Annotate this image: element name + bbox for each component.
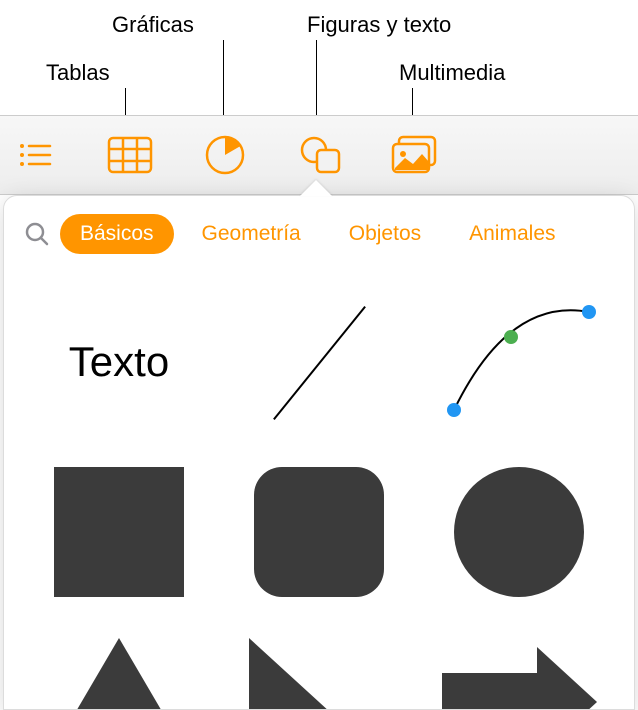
tab-objetos[interactable]: Objetos xyxy=(329,214,441,254)
triangle-icon xyxy=(44,638,194,710)
shapes-icon xyxy=(298,135,342,175)
list-icon xyxy=(18,141,52,169)
tables-button[interactable] xyxy=(105,130,155,180)
right-triangle-icon xyxy=(249,638,389,710)
search-button[interactable] xyxy=(22,221,52,247)
shape-right-triangle[interactable] xyxy=(224,622,414,710)
media-button[interactable] xyxy=(390,130,440,180)
callout-graficas: Gráficas xyxy=(112,12,194,38)
shape-curve[interactable] xyxy=(424,282,614,442)
shapes-popover: Básicos Geometría Objetos Animales Texto xyxy=(3,195,635,710)
square-icon xyxy=(54,467,184,597)
tab-basicos[interactable]: Básicos xyxy=(60,214,174,254)
charts-button[interactable] xyxy=(200,130,250,180)
shape-rounded-square[interactable] xyxy=(224,452,414,612)
shapes-button[interactable] xyxy=(295,130,345,180)
table-icon xyxy=(107,136,153,174)
line-icon xyxy=(264,307,374,417)
circle-icon xyxy=(454,467,584,597)
callout-tablas: Tablas xyxy=(46,60,110,86)
callout-figuras: Figuras y texto xyxy=(307,12,451,38)
search-icon xyxy=(24,221,50,247)
curve-icon xyxy=(439,302,599,422)
tab-animales[interactable]: Animales xyxy=(449,214,575,254)
arrow-icon xyxy=(442,647,597,710)
shape-arrow[interactable] xyxy=(424,622,614,710)
text-shape-label: Texto xyxy=(69,338,169,386)
media-icon xyxy=(390,134,440,176)
shape-circle[interactable] xyxy=(424,452,614,612)
shape-line[interactable] xyxy=(224,282,414,442)
pie-chart-icon xyxy=(204,134,246,176)
callout-multimedia: Multimedia xyxy=(399,60,505,86)
tabs-row: Básicos Geometría Objetos Animales xyxy=(4,196,634,272)
shape-triangle[interactable] xyxy=(24,622,214,710)
shapes-grid: Texto xyxy=(4,272,634,710)
popover-arrow xyxy=(300,180,332,196)
rounded-square-icon xyxy=(254,467,384,597)
tab-geometria[interactable]: Geometría xyxy=(182,214,321,254)
list-view-button[interactable] xyxy=(10,130,60,180)
shape-text[interactable]: Texto xyxy=(24,282,214,442)
shape-square[interactable] xyxy=(24,452,214,612)
